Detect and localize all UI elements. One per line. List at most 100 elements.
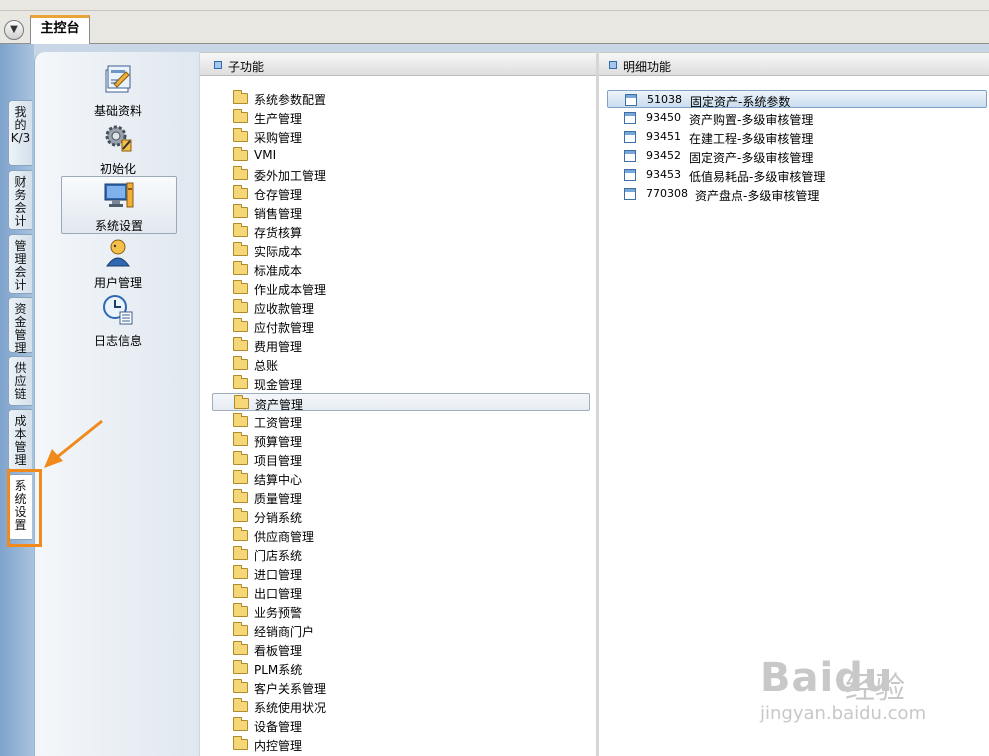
detail-item[interactable]: 93453 低值易耗品-多级审核管理 — [607, 166, 987, 184]
subfunction-item[interactable]: 进口管理 — [212, 564, 590, 582]
subfunction-item[interactable]: 业务预警 — [212, 602, 590, 620]
folder-icon — [233, 622, 248, 636]
subfunction-item[interactable]: 工资管理 — [212, 412, 590, 430]
nav-log-info[interactable]: 日志信息 — [61, 292, 177, 350]
subfunction-item-label: 应收款管理 — [254, 302, 315, 316]
subfunction-item[interactable]: 资产管理 — [212, 393, 590, 412]
subfunction-item[interactable]: 出口管理 — [212, 583, 590, 601]
subfunction-item-label: 质量管理 — [254, 492, 303, 506]
nav-initialize[interactable]: 初始化 — [61, 120, 177, 178]
subfunction-item[interactable]: 设备管理 — [212, 716, 590, 734]
nav-initialize-label: 初始化 — [99, 162, 136, 176]
subfunction-item-label: 业务预警 — [254, 606, 303, 620]
folder-icon — [233, 679, 248, 693]
subfunction-item-label: 系统参数配置 — [254, 93, 327, 107]
detail-header: 明细功能 — [599, 52, 989, 76]
subfunction-item-label: 看板管理 — [254, 644, 303, 658]
subfunction-item[interactable]: 生产管理 — [212, 108, 590, 126]
subfunction-item[interactable]: 项目管理 — [212, 450, 590, 468]
subfunction-item[interactable]: VMI — [212, 146, 590, 164]
subfunction-item[interactable]: 现金管理 — [212, 374, 590, 392]
subfunction-item[interactable]: 应收款管理 — [212, 298, 590, 316]
vtab-my-k3[interactable]: 我的K/3 — [8, 100, 32, 166]
subfunction-item[interactable]: 委外加工管理 — [212, 165, 590, 183]
annotation-highlight-box — [7, 469, 42, 547]
nav-user-management-label: 用户管理 — [93, 276, 142, 290]
subfunction-item[interactable]: 看板管理 — [212, 640, 590, 658]
subfunction-item[interactable]: 实际成本 — [212, 241, 590, 259]
subfunction-item[interactable]: 质量管理 — [212, 488, 590, 506]
function-nav: 基础资料 初始化 系统设置 用户管理 日志信息 — [34, 52, 199, 756]
dropdown-arrow-icon[interactable]: ▼ — [4, 20, 24, 40]
folder-icon — [233, 280, 248, 294]
subfunction-item-label: 实际成本 — [254, 245, 303, 259]
document-icon — [624, 131, 636, 143]
nav-system-settings[interactable]: 系统设置 — [61, 176, 177, 234]
folder-icon — [233, 90, 248, 104]
subfunction-item[interactable]: 销售管理 — [212, 203, 590, 221]
vtab-management-accounting[interactable]: 管理会计 — [8, 234, 32, 294]
folder-icon — [233, 565, 248, 579]
subfunction-item[interactable]: 总账 — [212, 355, 590, 373]
folder-icon — [233, 451, 248, 465]
subfunction-item[interactable]: PLM系统 — [212, 659, 590, 677]
subfunction-item-label: 设备管理 — [254, 720, 303, 734]
vtab-finance[interactable]: 财务会计 — [8, 170, 32, 230]
subfunction-item[interactable]: 分销系统 — [212, 507, 590, 525]
folder-icon — [233, 736, 248, 750]
detail-item-name: 在建工程-多级审核管理 — [689, 132, 814, 146]
subfunction-item-label: 总账 — [254, 359, 279, 373]
subfunction-item[interactable]: 存货核算 — [212, 222, 590, 240]
subfunction-item[interactable]: 作业成本管理 — [212, 279, 590, 297]
subfunction-item-label: 内控管理 — [254, 739, 303, 753]
top-tab-bar: ▼ 主控台 — [0, 0, 989, 44]
folder-icon — [233, 299, 248, 313]
subfunction-item[interactable]: 客户关系管理 — [212, 678, 590, 696]
nav-basic-data[interactable]: 基础资料 — [61, 62, 177, 120]
subfunction-item[interactable]: 费用管理 — [212, 336, 590, 354]
tab-main-console[interactable]: 主控台 — [30, 15, 90, 44]
detail-item[interactable]: 770308 资产盘点-多级审核管理 — [607, 185, 987, 203]
subfunction-item-label: 作业成本管理 — [254, 283, 327, 297]
nav-user-management[interactable]: 用户管理 — [61, 234, 177, 292]
subfunction-item[interactable]: 系统参数配置 — [212, 89, 590, 107]
subfunction-item[interactable]: 供应商管理 — [212, 526, 590, 544]
subfunction-item-label: 分销系统 — [254, 511, 303, 525]
detail-item[interactable]: 51038 固定资产-系统参数 — [607, 90, 987, 109]
subfunction-item[interactable]: 标准成本 — [212, 260, 590, 278]
subfunction-item-label: 项目管理 — [254, 454, 303, 468]
subfunction-item-label: 工资管理 — [254, 416, 303, 430]
subfunction-header: 子功能 — [200, 52, 596, 76]
vtab-supply-chain[interactable]: 供应链 — [8, 356, 32, 406]
folder-icon — [233, 603, 248, 617]
subfunction-item[interactable]: 结算中心 — [212, 469, 590, 487]
subfunction-item-label: 现金管理 — [254, 378, 303, 392]
subfunction-item-label: 出口管理 — [254, 587, 303, 601]
subfunction-item[interactable]: 预算管理 — [212, 431, 590, 449]
detail-item[interactable]: 93450 资产购置-多级审核管理 — [607, 109, 987, 127]
detail-item-code: 770308 — [646, 187, 688, 200]
folder-icon — [233, 242, 248, 256]
vtab-funds[interactable]: 资金管理 — [8, 297, 32, 355]
subfunction-item-label: 资产管理 — [255, 398, 304, 412]
detail-item[interactable]: 93451 在建工程-多级审核管理 — [607, 128, 987, 146]
watermark-text: 经验 — [845, 671, 905, 706]
detail-item-code: 93453 — [646, 168, 681, 181]
vtab-cost[interactable]: 成本管理 — [8, 409, 32, 471]
subfunction-item[interactable]: 应付款管理 — [212, 317, 590, 335]
folder-icon — [233, 546, 248, 560]
subfunction-item[interactable]: 经销商门户 — [212, 621, 590, 639]
folder-icon — [233, 204, 248, 218]
subfunction-item[interactable]: 采购管理 — [212, 127, 590, 145]
folder-icon — [233, 375, 248, 389]
detail-item-code: 51038 — [647, 93, 682, 106]
detail-panel: 明细功能 51038 固定资产-系统参数 93450 资产购置-多级审核管理 93451… — [599, 52, 989, 756]
subfunction-item[interactable]: 仓存管理 — [212, 184, 590, 202]
subfunction-item[interactable]: 系统使用状况 — [212, 697, 590, 715]
subfunction-item-label: 标准成本 — [254, 264, 303, 278]
subfunction-item[interactable]: 内控管理 — [212, 735, 590, 753]
document-icon — [624, 112, 636, 124]
detail-item[interactable]: 93452 固定资产-多级审核管理 — [607, 147, 987, 165]
subfunction-item[interactable]: 门店系统 — [212, 545, 590, 563]
watermark: Baidu 经验 jingyan.baidu.com — [760, 655, 980, 735]
